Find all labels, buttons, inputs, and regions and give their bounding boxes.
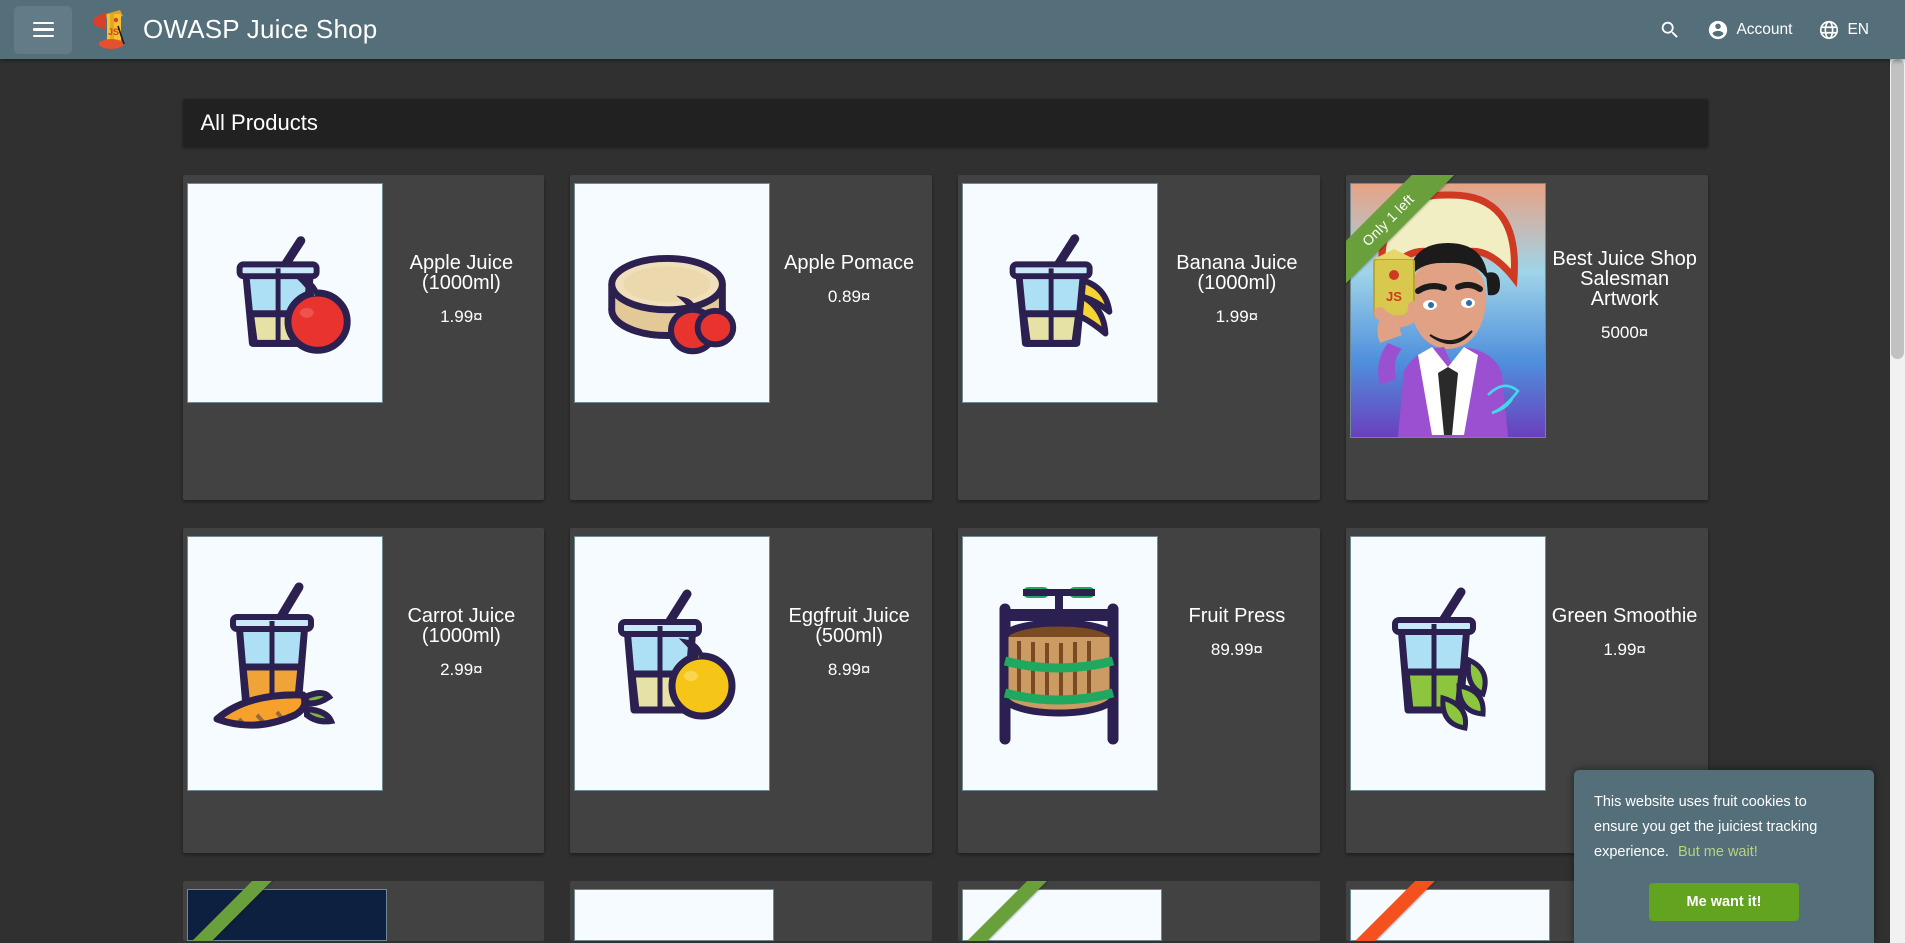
page-scrollbar-thumb[interactable]: [1891, 59, 1904, 359]
product-card[interactable]: Only 1 left JS Best Juice Shop Salesman …: [1345, 175, 1708, 500]
product-info: Fruit Press 89.99¤: [1158, 528, 1320, 853]
product-thumbnail: [1349, 536, 1546, 791]
product-thumbnail: [574, 183, 771, 403]
account-circle-icon: [1707, 19, 1729, 41]
product-name: Green Smoothie: [1551, 605, 1698, 627]
product-info: Banana Juice (1000ml) 1.99¤: [1158, 175, 1320, 500]
account-label: Account: [1736, 20, 1793, 38]
product-thumbnail: [962, 183, 1158, 403]
juice-shop-logo-icon: JS: [90, 8, 132, 52]
product-price: 1.99¤: [440, 307, 483, 326]
eggfruit-juice-cup-icon: [587, 574, 757, 754]
product-card[interactable]: Apple Juice (1000ml) 1.99¤: [182, 175, 545, 500]
product-image-container: JS: [1346, 175, 1546, 500]
product-card[interactable]: [570, 881, 932, 941]
page-body: All Products Apple Juice (1000ml) 1.99¤ …: [0, 59, 1890, 943]
brand-home-link[interactable]: JS OWASP Juice Shop: [90, 8, 377, 52]
page-scrollbar[interactable]: [1890, 59, 1905, 943]
globe-icon: [1818, 19, 1840, 41]
cookie-decline-link[interactable]: But me wait!: [1678, 844, 1758, 860]
svg-text:JS: JS: [108, 27, 119, 37]
carrot-juice-cup-icon: [195, 569, 375, 759]
product-name: Best Juice Shop Salesman Artwork: [1552, 248, 1697, 310]
product-grid-row-partial: [182, 881, 1708, 941]
green-smoothie-cup-icon: [1363, 574, 1533, 754]
product-image-container: [958, 528, 1158, 853]
product-name: Banana Juice (1000ml): [1176, 252, 1298, 294]
product-price: 5000¤: [1600, 323, 1649, 342]
banana-juice-cup-icon: [981, 218, 1139, 368]
product-grid: Apple Juice (1000ml) 1.99¤ Apple Pomace …: [182, 175, 1708, 853]
product-thumbnail: [1349, 889, 1550, 941]
language-button[interactable]: EN: [1818, 19, 1869, 41]
product-price: 89.99¤: [1210, 640, 1263, 659]
product-thumbnail: [962, 889, 1162, 941]
cookie-banner-text-wrap: This website uses fruit cookies to ensur…: [1594, 790, 1854, 865]
product-image-container: [183, 528, 383, 853]
salesman-artwork-image: JS: [1350, 184, 1545, 437]
product-thumbnail: [186, 183, 383, 403]
product-info: Apple Juice (1000ml) 1.99¤: [383, 175, 545, 500]
apple-pomace-icon: [593, 218, 751, 368]
hamburger-bar: [32, 34, 54, 38]
product-thumbnail: [574, 889, 775, 941]
product-price: 8.99¤: [827, 660, 871, 679]
product-name: Carrot Juice (1000ml): [407, 605, 516, 647]
product-card[interactable]: [182, 881, 545, 941]
svg-text:JS: JS: [1386, 289, 1402, 304]
product-card[interactable]: Carrot Juice (1000ml) 2.99¤: [182, 528, 545, 853]
fruit-press-icon: [975, 569, 1145, 759]
product-info: Eggfruit Juice (500ml) 8.99¤: [770, 528, 932, 853]
product-card[interactable]: Eggfruit Juice (500ml) 8.99¤: [570, 528, 932, 853]
hamburger-menu-icon[interactable]: [14, 5, 72, 54]
hamburger-bar: [32, 21, 54, 25]
product-name: Fruit Press: [1188, 605, 1286, 627]
account-button[interactable]: Account: [1707, 19, 1792, 41]
product-info: Best Juice Shop Salesman Artwork 5000¤: [1546, 175, 1708, 500]
app-title: OWASP Juice Shop: [143, 14, 378, 44]
product-thumbnail: [186, 889, 387, 941]
product-image-container: [958, 175, 1158, 500]
section-toolbar: All Products: [182, 99, 1708, 147]
product-thumbnail: [574, 536, 771, 791]
product-info: Carrot Juice (1000ml) 2.99¤: [383, 528, 545, 853]
language-label: EN: [1847, 20, 1869, 38]
product-price: 2.99¤: [440, 660, 483, 679]
app-toolbar: JS OWASP Juice Shop Account EN: [0, 0, 1905, 59]
product-name: Apple Pomace: [784, 252, 915, 274]
product-image-container: [183, 175, 383, 500]
cookie-consent-banner: This website uses fruit cookies to ensur…: [1574, 770, 1874, 943]
product-thumbnail: [962, 536, 1158, 791]
product-name: Apple Juice (1000ml): [409, 252, 514, 294]
page-title: All Products: [200, 110, 318, 135]
product-price: 1.99¤: [1215, 307, 1259, 326]
product-price: 0.89¤: [827, 287, 871, 306]
product-info: Apple Pomace 0.89¤: [770, 175, 932, 500]
product-thumbnail: JS: [1349, 183, 1546, 438]
product-card[interactable]: Fruit Press 89.99¤: [958, 528, 1320, 853]
product-card[interactable]: Banana Juice (1000ml) 1.99¤: [958, 175, 1320, 500]
toolbar-actions: Account EN: [1659, 19, 1891, 41]
product-name: Eggfruit Juice (500ml): [788, 605, 910, 647]
content-container: All Products Apple Juice (1000ml) 1.99¤ …: [182, 59, 1708, 941]
hamburger-bar: [32, 28, 54, 31]
product-price: 1.99¤: [1603, 640, 1646, 659]
product-card[interactable]: [958, 881, 1320, 941]
product-thumbnail: [186, 536, 383, 791]
cookie-accept-button[interactable]: Me want it!: [1648, 883, 1800, 921]
apple-juice-cup-icon: [206, 218, 364, 368]
product-image-container: [1346, 528, 1546, 853]
product-image-container: [570, 528, 771, 853]
search-button[interactable]: [1659, 19, 1681, 41]
search-icon: [1659, 19, 1681, 41]
product-image-container: [570, 175, 771, 500]
product-card[interactable]: Apple Pomace 0.89¤: [570, 175, 932, 500]
